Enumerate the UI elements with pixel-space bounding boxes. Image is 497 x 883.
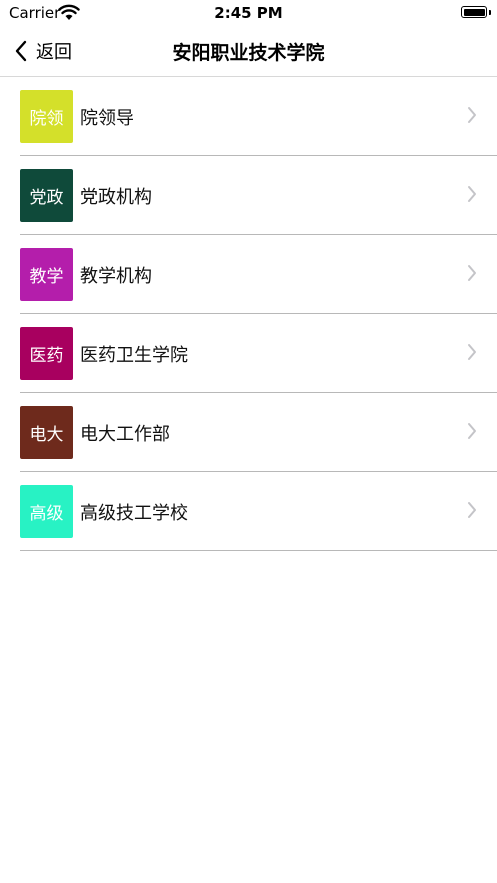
clock: 2:45 PM (214, 4, 283, 22)
list-item[interactable]: 高级 高级技工学校 (20, 472, 497, 551)
list-item[interactable]: 电大 电大工作部 (20, 393, 497, 472)
item-label: 党政机构 (80, 187, 152, 208)
item-label: 教学机构 (80, 266, 152, 287)
battery-tip (489, 10, 491, 15)
list-item[interactable]: 医药 医药卫生学院 (20, 314, 497, 393)
chevron-right-icon (468, 423, 476, 439)
item-tile: 医药 (20, 327, 73, 380)
chevron-right-icon (468, 186, 476, 202)
item-label: 医药卫生学院 (80, 345, 188, 366)
item-tile: 教学 (20, 248, 73, 301)
list-item[interactable]: 院领 院领导 (20, 77, 497, 156)
page-title: 安阳职业技术学院 (172, 42, 325, 64)
list-item[interactable]: 党政 党政机构 (20, 156, 497, 235)
item-tile: 高级 (20, 485, 73, 538)
item-label: 高级技工学校 (80, 503, 188, 524)
item-tile: 院领 (20, 90, 73, 143)
chevron-right-icon (468, 344, 476, 360)
item-label: 电大工作部 (80, 424, 170, 445)
chevron-right-icon (468, 107, 476, 123)
chevron-right-icon (468, 265, 476, 281)
status-bar: Carrier 2:45 PM (0, 0, 497, 26)
battery-icon (461, 6, 487, 18)
navigation-bar: 返回 安阳职业技术学院 (0, 26, 497, 77)
item-tile: 电大 (20, 406, 73, 459)
department-list: 院领 院领导 党政 党政机构 教学 教学机构 医药 医药卫生学院 电大 电大工作部 高级 高级技工学校 (20, 77, 497, 551)
item-tile: 党政 (20, 169, 73, 222)
list-item[interactable]: 教学 教学机构 (20, 235, 497, 314)
item-label: 院领导 (80, 108, 134, 129)
chevron-right-icon (468, 502, 476, 518)
